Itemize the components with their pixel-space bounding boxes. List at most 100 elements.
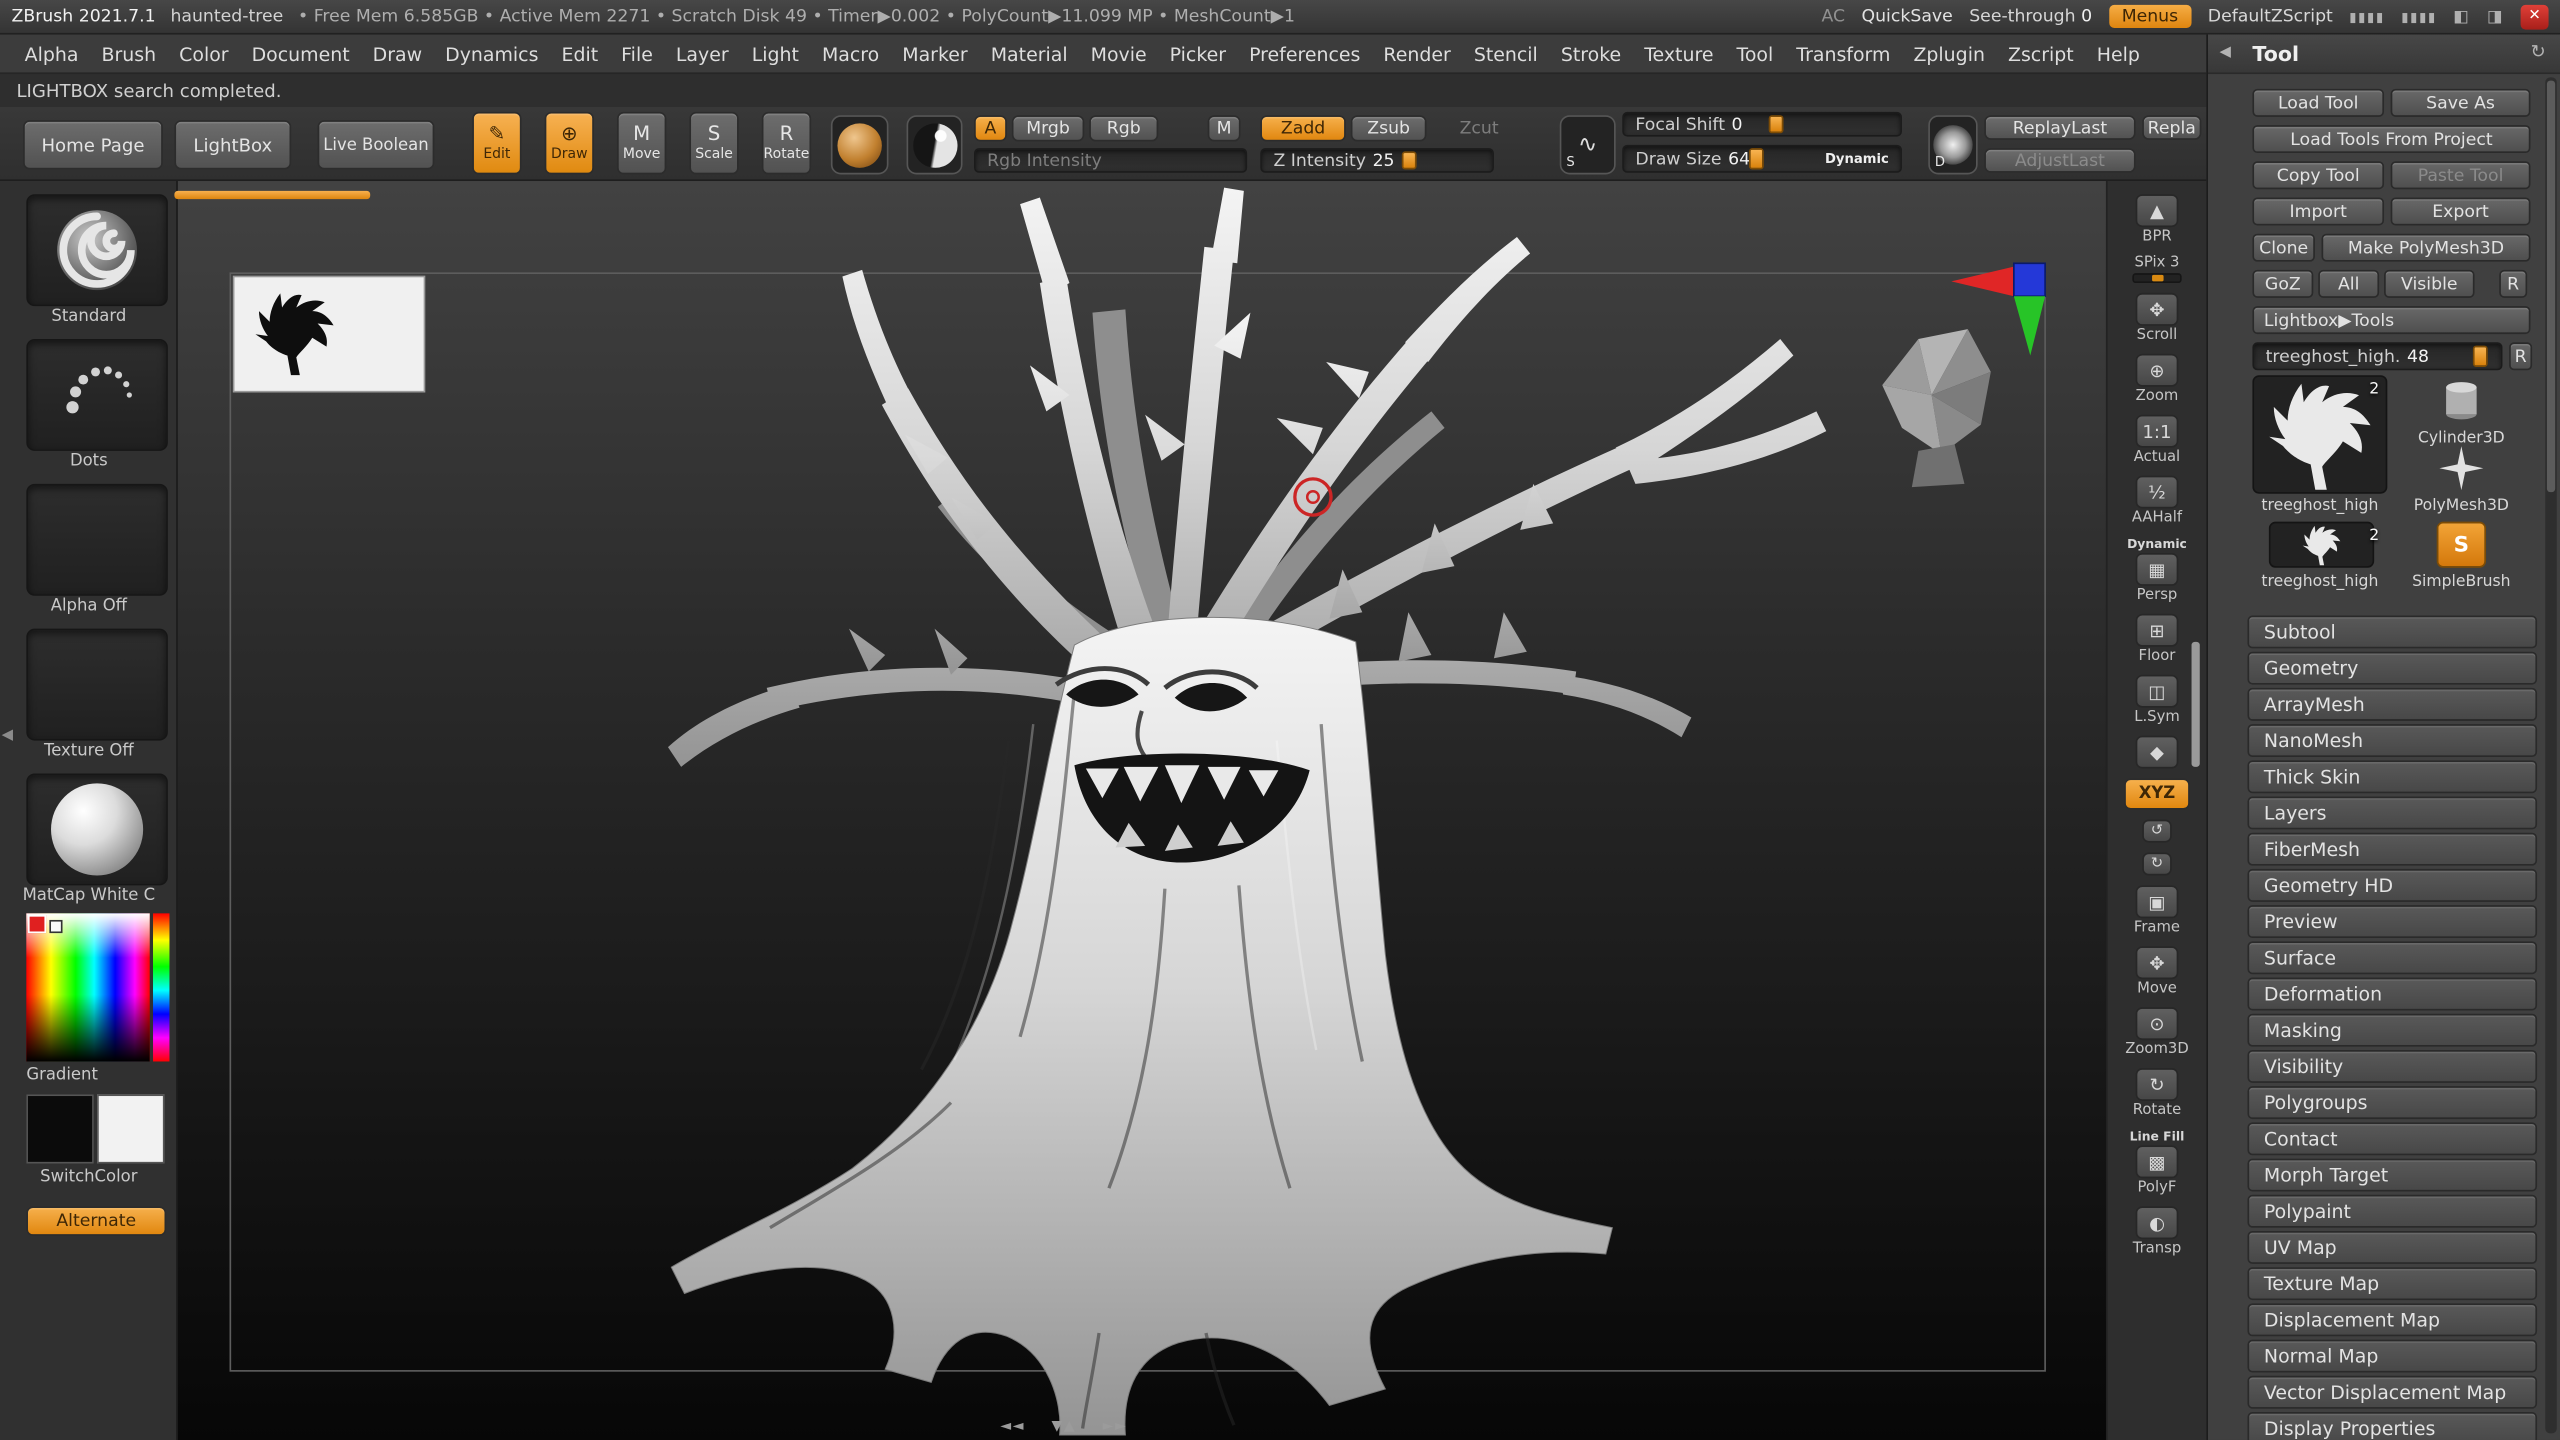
scale-mode-button[interactable]: S Scale [689, 111, 739, 175]
tool-section-display-properties[interactable]: Display Properties [2247, 1412, 2538, 1440]
floor-grid-icon[interactable]: ⊞ Floor [2135, 613, 2179, 665]
menu-picker[interactable]: Picker [1158, 42, 1237, 65]
palette-scrollbar[interactable] [2545, 77, 2557, 1434]
menu-help[interactable]: Help [2085, 42, 2151, 65]
left-tray-collapse-arrow[interactable]: ◀ [2, 727, 13, 743]
tool-section-normal-map[interactable]: Normal Map [2247, 1339, 2538, 1373]
tray-icons-right[interactable]: ▮▮▮▮ [2401, 9, 2437, 24]
scroll-updown-icon[interactable]: ▼▲ [1051, 1419, 1076, 1435]
tool-section-uv-map[interactable]: UV Map [2247, 1230, 2538, 1264]
tool-section-surface[interactable]: Surface [2247, 941, 2538, 975]
menu-zplugin[interactable]: Zplugin [1902, 42, 1997, 65]
tool-item-PolyMesh3D[interactable] [2428, 443, 2494, 494]
frame-icon[interactable]: ▣ Frame [2134, 885, 2180, 936]
paste-tool-button[interactable]: Paste Tool [2390, 161, 2531, 190]
tool-section-geometry-hd[interactable]: Geometry HD [2247, 868, 2538, 902]
tool-section-arraymesh[interactable]: ArrayMesh [2247, 687, 2538, 721]
quicksave-button[interactable]: QuickSave [1862, 7, 1953, 27]
adjust-last-button[interactable]: AdjustLast [1984, 148, 2136, 173]
load-tool-button[interactable]: Load Tool [2252, 88, 2385, 117]
color-picker[interactable] [26, 913, 170, 1062]
menu-transform[interactable]: Transform [1785, 42, 1902, 65]
tool-section-polygroups[interactable]: Polygroups [2247, 1086, 2538, 1120]
aa-half-icon[interactable]: ½ AAHalf [2132, 475, 2182, 527]
menu-tool[interactable]: Tool [1725, 42, 1785, 65]
mrgb-button[interactable]: Mrgb [1011, 115, 1085, 142]
sv-square[interactable] [26, 913, 150, 1062]
tool-section-geometry[interactable]: Geometry [2247, 651, 2538, 685]
polyframe-icon[interactable]: Line Fill ▩ PolyF [2130, 1129, 2185, 1196]
menu-color[interactable]: Color [168, 42, 240, 65]
lightbox-divider-bar[interactable] [174, 190, 371, 200]
make-polymesh3d-button[interactable]: Make PolyMesh3D [2321, 233, 2531, 262]
palette-collapse-icon[interactable]: ◀ [2220, 44, 2231, 60]
rotate-ccw-icon[interactable]: ↺ [2142, 819, 2172, 843]
draw-size-slider[interactable]: Draw Size 64 Dynamic [1622, 144, 1902, 173]
tool-section-displacement-map[interactable]: Displacement Map [2247, 1303, 2538, 1337]
a-toggle-button[interactable]: A [974, 115, 1007, 142]
see-through-control[interactable]: See-through 0 [1969, 7, 2092, 27]
tool-item-Cylinder3D[interactable] [2420, 375, 2502, 426]
current-texture-thumb[interactable] [26, 628, 168, 741]
menu-edit[interactable]: Edit [550, 42, 610, 65]
menu-movie[interactable]: Movie [1079, 42, 1158, 65]
material-preview[interactable] [906, 115, 963, 175]
tool-section-texture-map[interactable]: Texture Map [2247, 1267, 2538, 1301]
edit-mode-button[interactable]: ✎ Edit [472, 111, 522, 175]
tray-icons-left[interactable]: ▮▮▮▮ [2349, 9, 2385, 24]
alpha-preview[interactable]: D [1928, 115, 1978, 175]
tool-resolution-slider[interactable]: treeghost_high. 48 [2252, 342, 2503, 371]
canvas-nav-arrows[interactable]: ◄◄ ▼▲ ►► [1000, 1419, 1127, 1435]
menu-draw[interactable]: Draw [361, 42, 433, 65]
save-as-button[interactable]: Save As [2390, 88, 2531, 117]
scroll-hand-icon[interactable]: ✥ Scroll [2135, 292, 2179, 344]
xyz-button[interactable]: XYZ [2124, 778, 2190, 810]
focal-shift-handle[interactable] [1768, 115, 1784, 134]
menu-preferences[interactable]: Preferences [1238, 42, 1372, 65]
tool-section-contact[interactable]: Contact [2247, 1122, 2538, 1156]
zoom-icon[interactable]: ⊕ Zoom [2135, 353, 2179, 405]
current-color-swatch[interactable] [27, 915, 47, 934]
zoom3d-icon[interactable]: ⊙ Zoom3D [2125, 1007, 2189, 1058]
menu-stencil[interactable]: Stencil [1462, 42, 1549, 65]
palette-scrollbar-thumb[interactable] [2546, 80, 2556, 493]
dynamic-tag[interactable]: Dynamic [1825, 151, 1889, 166]
zcut-button[interactable]: Zcut [1448, 115, 1511, 141]
z-intensity-handle[interactable] [1401, 151, 1417, 170]
lightbox-tools-button[interactable]: Lightbox▶Tools [2252, 306, 2531, 335]
brush-preview[interactable] [830, 115, 889, 175]
main-color-swatch[interactable] [26, 1094, 94, 1164]
menu-dynamics[interactable]: Dynamics [434, 42, 550, 65]
tool-section-morph-target[interactable]: Morph Target [2247, 1158, 2538, 1192]
clone-button[interactable]: Clone [2252, 233, 2315, 262]
tool-item-treeghost_high[interactable] [2252, 375, 2388, 494]
hue-strip[interactable] [153, 913, 170, 1062]
tool-section-vector-displacement-map[interactable]: Vector Displacement Map [2247, 1375, 2538, 1409]
document-viewport[interactable]: ◄◄ ▼▲ ►► [177, 181, 2106, 1440]
rgb-intensity-slider[interactable]: Rgb Intensity [974, 148, 1248, 173]
scroll-right-icon[interactable]: ►► [1103, 1419, 1128, 1435]
draw-mode-button[interactable]: ⊕ Draw [544, 111, 594, 175]
tool-section-polypaint[interactable]: Polypaint [2247, 1194, 2538, 1228]
axis-z-square[interactable] [2013, 262, 2046, 298]
move-mode-button[interactable]: M Move [616, 111, 667, 175]
tool-section-nanomesh[interactable]: NanoMesh [2247, 724, 2538, 758]
scroll-left-icon[interactable]: ◄◄ [1000, 1419, 1025, 1435]
replay-button[interactable]: Repla [2142, 115, 2202, 140]
rotate-mode-button[interactable]: R Rotate [761, 111, 812, 175]
menu-material[interactable]: Material [979, 42, 1079, 65]
copy-tool-button[interactable]: Copy Tool [2252, 161, 2385, 190]
document-thumbnail[interactable] [232, 275, 426, 393]
menu-alpha[interactable]: Alpha [13, 42, 90, 65]
layout-icon-b[interactable]: ◨ [2487, 7, 2504, 25]
goz-button[interactable]: GoZ [2252, 269, 2314, 298]
tool-section-preview[interactable]: Preview [2247, 905, 2538, 939]
replay-last-button[interactable]: ReplayLast [1984, 115, 2136, 140]
tool-section-layers[interactable]: Layers [2247, 796, 2538, 830]
goz-all-button[interactable]: All [2318, 269, 2380, 298]
tool-section-fibermesh[interactable]: FiberMesh [2247, 832, 2538, 866]
spix-slider[interactable]: SPix 3 [2132, 255, 2182, 284]
z-intensity-slider[interactable]: Z Intensity 25 [1260, 148, 1494, 173]
live-boolean-button[interactable]: Live Boolean [317, 120, 435, 170]
load-tools-from-project-button[interactable]: Load Tools From Project [2252, 125, 2531, 154]
